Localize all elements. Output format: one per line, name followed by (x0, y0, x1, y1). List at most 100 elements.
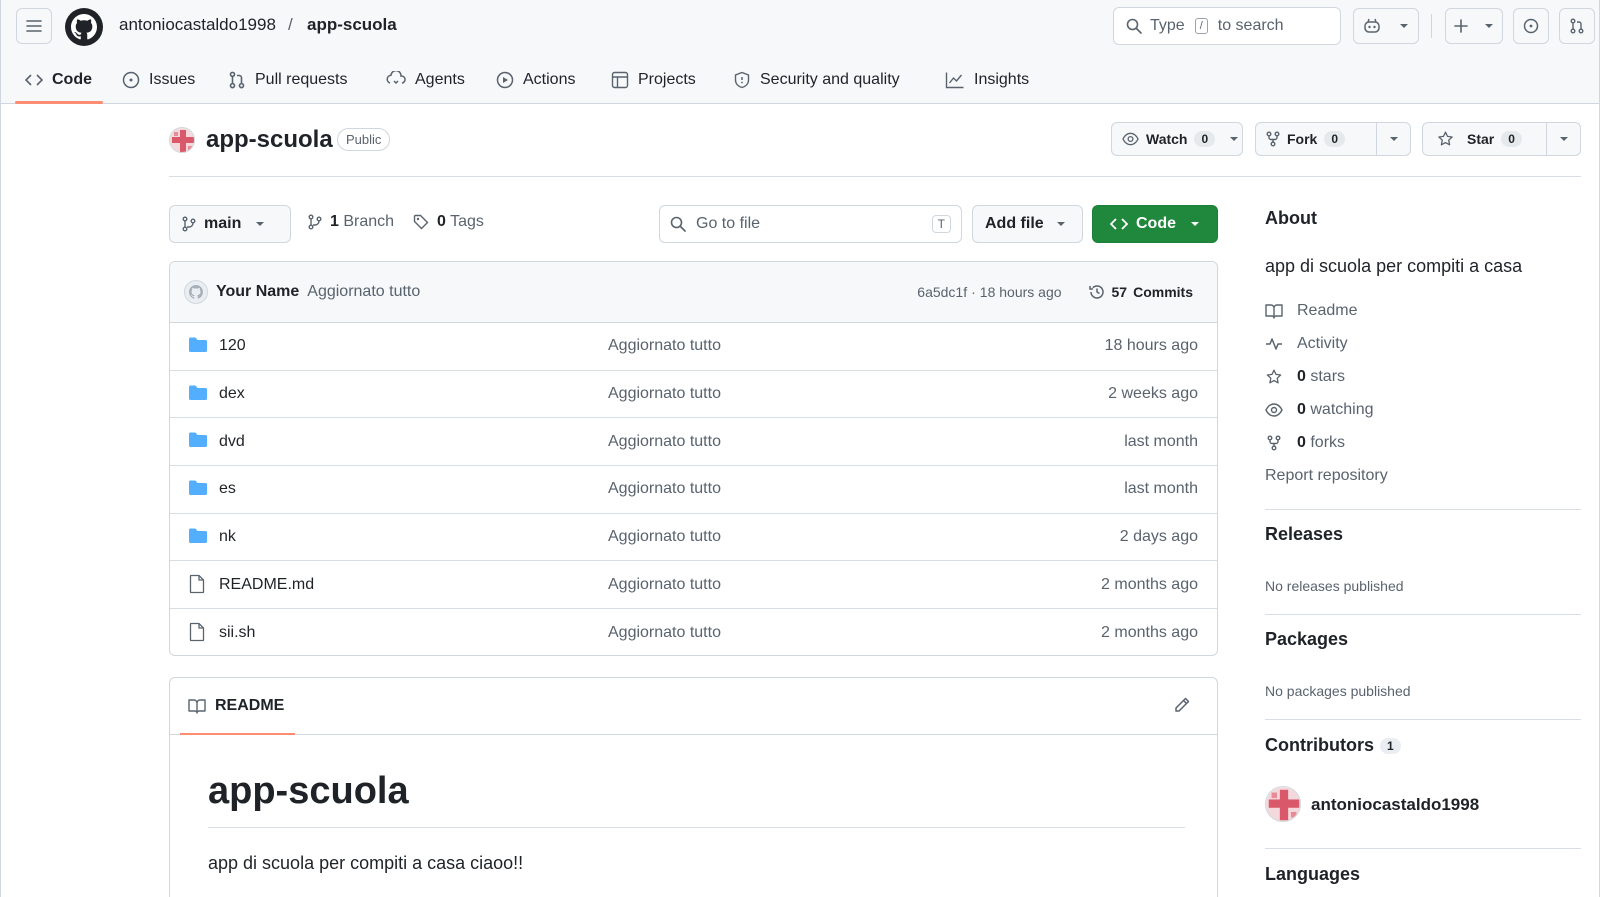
branch-icon (182, 216, 196, 232)
tab-pull-requests[interactable]: Pull requests (228, 56, 348, 104)
add-file-label: Add file (985, 215, 1044, 232)
file-commit-message[interactable]: Aggiornato tutto (608, 480, 721, 498)
book-icon (1265, 304, 1283, 319)
sidebar-divider (1265, 614, 1581, 615)
tab-code[interactable]: Code (25, 56, 92, 104)
add-file-button[interactable]: Add file (972, 205, 1083, 243)
pencil-icon[interactable] (1173, 696, 1191, 714)
forks-link[interactable]: 0 forks (1265, 434, 1345, 452)
commit-sha[interactable]: 6a5dc1f (917, 284, 967, 300)
commit-meta: 6a5dc1f · 18 hours ago (917, 284, 1061, 300)
search-prefix: Type (1150, 17, 1185, 34)
file-row[interactable]: es Aggiornato tutto last month (170, 466, 1217, 514)
releases-title[interactable]: Releases (1265, 524, 1343, 545)
folder-icon (189, 337, 207, 352)
menu-button[interactable] (16, 8, 52, 44)
create-new-button[interactable] (1445, 8, 1503, 44)
watching-count: 0 (1297, 401, 1306, 418)
watch-button[interactable]: Watch 0 (1112, 123, 1225, 155)
folder-icon (189, 480, 207, 496)
tab-issues[interactable]: Issues (122, 56, 195, 104)
commit-dot: · (971, 284, 976, 300)
tab-projects[interactable]: Projects (611, 56, 696, 104)
file-commit-message[interactable]: Aggiornato tutto (608, 385, 721, 403)
repo-name-link[interactable]: app-scuola (206, 126, 333, 154)
eye-icon (1122, 132, 1139, 146)
contributor-avatar[interactable] (1265, 786, 1301, 822)
file-commit-message[interactable]: Aggiornato tutto (608, 433, 721, 451)
copilot-button[interactable] (1353, 8, 1419, 44)
contributor-name[interactable]: antoniocastaldo1998 (1311, 795, 1479, 815)
readme-tab[interactable]: README (215, 697, 284, 715)
tab-actions[interactable]: Actions (496, 56, 575, 104)
breadcrumb-repo[interactable]: app-scuola (307, 15, 397, 35)
file-row[interactable]: 120 Aggiornato tutto 18 hours ago (170, 323, 1217, 371)
tab-label: Security and quality (760, 71, 900, 88)
packages-title[interactable]: Packages (1265, 629, 1348, 650)
global-search-input[interactable]: Type / to search (1113, 7, 1341, 45)
activity-link[interactable]: Activity (1265, 335, 1348, 353)
fork-button[interactable]: Fork 0 (1256, 123, 1376, 155)
tab-agents[interactable]: Agents (386, 56, 465, 104)
code-button-label: Code (1136, 215, 1176, 232)
file-name[interactable]: sii.sh (219, 624, 255, 642)
repo-owner-avatar[interactable] (169, 127, 195, 153)
file-name[interactable]: README.md (219, 576, 314, 594)
commit-author-avatar[interactable] (184, 280, 208, 304)
file-commit-time: 2 months ago (1101, 575, 1198, 593)
commit-author[interactable]: Your Name (216, 283, 299, 301)
code-button[interactable]: Code (1092, 205, 1218, 243)
file-commit-message[interactable]: Aggiornato tutto (608, 624, 721, 642)
file-name[interactable]: nk (219, 528, 236, 546)
stars-link[interactable]: 0 stars (1265, 368, 1345, 386)
about-title: About (1265, 208, 1317, 228)
readme-link[interactable]: Readme (1265, 302, 1357, 320)
tab-label: Pull requests (255, 71, 348, 88)
file-row[interactable]: dex Aggiornato tutto 2 weeks ago (170, 371, 1217, 419)
file-name[interactable]: dex (219, 385, 245, 403)
tags-link[interactable]: 0 Tags (413, 213, 484, 231)
github-logo-icon[interactable] (65, 8, 103, 46)
issues-button[interactable] (1513, 8, 1549, 44)
branch-selector[interactable]: main (169, 205, 291, 243)
github-mark-icon (189, 285, 203, 299)
watch-count: 0 (1194, 131, 1216, 147)
commit-message[interactable]: Aggiornato tutto (307, 283, 420, 301)
fork-label: Fork (1287, 131, 1318, 147)
fork-dropdown[interactable] (1376, 123, 1410, 155)
code-icon (25, 74, 43, 86)
tab-security[interactable]: Security and quality (733, 56, 900, 104)
repo-tabs: Code Issues Pull requests Agents Actions… (1, 56, 1599, 104)
file-row[interactable]: nk Aggiornato tutto 2 days ago (170, 514, 1217, 562)
branches-link[interactable]: 1 Branch (308, 213, 394, 231)
star-button[interactable]: Star 0 (1423, 123, 1546, 155)
pull-request-icon (1570, 18, 1584, 34)
commits-link[interactable]: 57 Commits (1088, 283, 1193, 301)
watching-link[interactable]: 0 watching (1265, 401, 1374, 419)
tab-insights[interactable]: Insights (945, 56, 1029, 104)
report-repository-link[interactable]: Report repository (1265, 467, 1388, 485)
file-name[interactable]: es (219, 480, 236, 498)
breadcrumb-separator: / (288, 15, 293, 34)
tab-label: Actions (523, 71, 576, 88)
file-row[interactable]: dvd Aggiornato tutto last month (170, 418, 1217, 467)
file-commit-message[interactable]: Aggiornato tutto (608, 337, 721, 355)
file-name[interactable]: 120 (219, 337, 246, 355)
tab-label: Insights (974, 71, 1030, 88)
file-row[interactable]: README.md Aggiornato tutto 2 months ago (170, 561, 1217, 610)
file-commit-message[interactable]: Aggiornato tutto (608, 576, 721, 594)
header-divider (1431, 14, 1432, 38)
file-name[interactable]: dvd (219, 433, 245, 451)
star-dropdown[interactable] (1546, 123, 1580, 155)
contributors-title[interactable]: Contributors 1 (1265, 735, 1401, 756)
latest-commit-row: Your Name Aggiornato tutto 6a5dc1f · 18 … (170, 262, 1217, 323)
commits-label: Commits (1133, 284, 1193, 300)
pull-requests-button[interactable] (1559, 8, 1595, 44)
watch-dropdown[interactable] (1225, 123, 1242, 155)
hamburger-icon (26, 20, 42, 32)
file-row[interactable]: sii.sh Aggiornato tutto 2 months ago (170, 609, 1217, 655)
go-to-file-input[interactable]: Go to file T (659, 205, 962, 243)
file-commit-message[interactable]: Aggiornato tutto (608, 528, 721, 546)
code-icon (1110, 218, 1128, 230)
breadcrumb-owner[interactable]: antoniocastaldo1998 (119, 15, 276, 35)
